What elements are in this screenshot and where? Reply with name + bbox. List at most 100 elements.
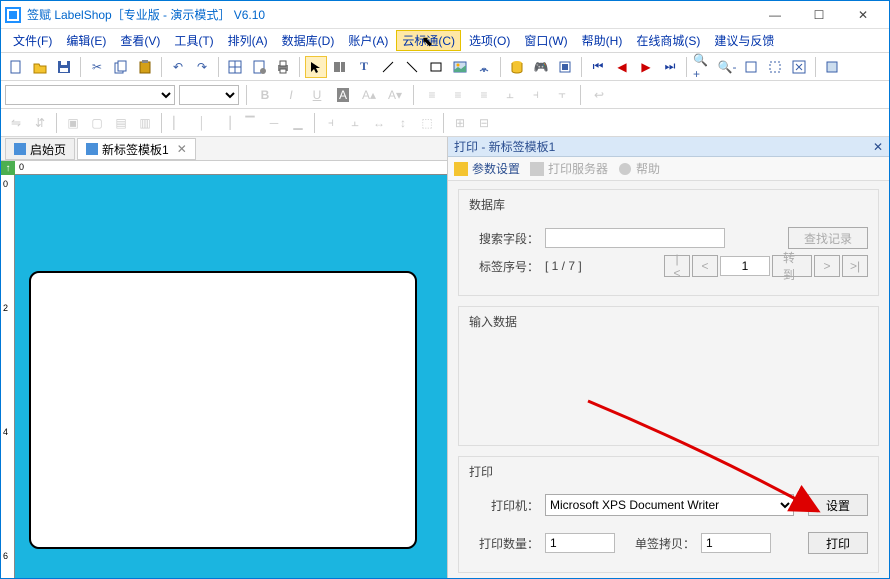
- align-l[interactable]: ▏: [167, 112, 189, 134]
- send-back[interactable]: ▢: [86, 112, 108, 134]
- align-top[interactable]: ⫠: [499, 84, 521, 106]
- tab-help[interactable]: 帮助: [618, 160, 660, 177]
- flip-h[interactable]: ⇋: [5, 112, 27, 134]
- menu-tools[interactable]: 工具(T): [168, 30, 219, 51]
- tab-print-server[interactable]: 打印服务器: [530, 160, 608, 177]
- align-center[interactable]: ≡: [447, 84, 469, 106]
- rfid-tool[interactable]: [473, 56, 495, 78]
- menu-arrange[interactable]: 排列(A): [222, 30, 274, 51]
- text-wrap[interactable]: ↩: [588, 84, 610, 106]
- preview-tool[interactable]: [554, 56, 576, 78]
- prev-record[interactable]: ◀: [611, 56, 633, 78]
- align-middle[interactable]: ⫞: [525, 84, 547, 106]
- zoom-all[interactable]: [788, 56, 810, 78]
- dist-v[interactable]: ⫠: [344, 112, 366, 134]
- italic-button[interactable]: I: [280, 84, 302, 106]
- same-size[interactable]: ⬚: [416, 112, 438, 134]
- open-button[interactable]: [29, 56, 51, 78]
- menu-account[interactable]: 账户(A): [342, 30, 394, 51]
- menu-options[interactable]: 选项(O): [463, 30, 516, 51]
- props-button[interactable]: [821, 56, 843, 78]
- group[interactable]: ⊞: [449, 112, 471, 134]
- bold-button[interactable]: B: [254, 84, 276, 106]
- tab-template[interactable]: 新标签模板1 ✕: [77, 138, 196, 160]
- nav-next-button[interactable]: >: [814, 255, 840, 277]
- save-button[interactable]: [53, 56, 75, 78]
- font-family-combo[interactable]: [5, 85, 175, 105]
- nav-first-button[interactable]: |<: [664, 255, 690, 277]
- menu-database[interactable]: 数据库(D): [276, 30, 341, 51]
- dist-h[interactable]: ⫞: [320, 112, 342, 134]
- nav-prev-button[interactable]: <: [692, 255, 718, 277]
- new-button[interactable]: [5, 56, 27, 78]
- font-grow-button[interactable]: A▴: [358, 84, 380, 106]
- align-b[interactable]: ▁: [287, 112, 309, 134]
- align-left[interactable]: ≡: [421, 84, 443, 106]
- menu-cloud[interactable]: 云标通(C) ⬉: [396, 30, 461, 51]
- copy-input[interactable]: [701, 533, 771, 553]
- menu-edit[interactable]: 编辑(E): [60, 30, 112, 51]
- gamepad-tool[interactable]: 🎮: [530, 56, 552, 78]
- menu-window[interactable]: 窗口(W): [518, 30, 573, 51]
- qty-input[interactable]: [545, 533, 615, 553]
- text-tool[interactable]: T: [353, 56, 375, 78]
- page-setup-button[interactable]: [248, 56, 270, 78]
- grid-button[interactable]: [224, 56, 246, 78]
- line-tool[interactable]: [377, 56, 399, 78]
- align-t[interactable]: ▔: [239, 112, 261, 134]
- underline-button[interactable]: U: [306, 84, 328, 106]
- ruler-origin[interactable]: ↑: [1, 161, 15, 175]
- copy-button[interactable]: [110, 56, 132, 78]
- close-button[interactable]: ✕: [841, 1, 885, 29]
- printer-select[interactable]: Microsoft XPS Document Writer: [545, 494, 794, 516]
- first-record[interactable]: ⏮: [587, 56, 609, 78]
- flip-v[interactable]: ⇵: [29, 112, 51, 134]
- undo-button[interactable]: ↶: [167, 56, 189, 78]
- menu-file[interactable]: 文件(F): [7, 30, 58, 51]
- print-button[interactable]: [272, 56, 294, 78]
- font-color-button[interactable]: A: [332, 84, 354, 106]
- zoom-out[interactable]: 🔍-: [716, 56, 738, 78]
- printer-settings-button[interactable]: 设置: [808, 494, 868, 516]
- align-r[interactable]: ▕: [215, 112, 237, 134]
- label-design-area[interactable]: [29, 271, 417, 549]
- font-shrink-button[interactable]: A▾: [384, 84, 406, 106]
- same-h[interactable]: ↕: [392, 112, 414, 134]
- db-tool[interactable]: [506, 56, 528, 78]
- nav-last-button[interactable]: >|: [842, 255, 868, 277]
- image-tool[interactable]: [449, 56, 471, 78]
- font-size-combo[interactable]: [179, 85, 239, 105]
- tab-close-icon[interactable]: ✕: [177, 142, 187, 156]
- search-button[interactable]: 查找记录: [788, 227, 868, 249]
- align-right[interactable]: ≡: [473, 84, 495, 106]
- nav-goto-button[interactable]: 转到: [772, 255, 812, 277]
- zoom-fit[interactable]: [740, 56, 762, 78]
- align-bottom[interactable]: ⫟: [551, 84, 573, 106]
- maximize-button[interactable]: ☐: [797, 1, 841, 29]
- align-c[interactable]: │: [191, 112, 213, 134]
- tab-start-page[interactable]: 启始页: [5, 138, 75, 160]
- print-action-button[interactable]: 打印: [808, 532, 868, 554]
- cut-button[interactable]: ✂: [86, 56, 108, 78]
- nav-page-input[interactable]: [720, 256, 770, 276]
- panel-close-icon[interactable]: ✕: [873, 140, 883, 154]
- paste-button[interactable]: [134, 56, 156, 78]
- zoom-sel[interactable]: [764, 56, 786, 78]
- align-m[interactable]: ─: [263, 112, 285, 134]
- diag-tool[interactable]: [401, 56, 423, 78]
- minimize-button[interactable]: —: [753, 1, 797, 29]
- search-field-input[interactable]: [545, 228, 725, 248]
- menu-view[interactable]: 查看(V): [114, 30, 166, 51]
- barcode-tool[interactable]: [329, 56, 351, 78]
- ungroup[interactable]: ⊟: [473, 112, 495, 134]
- next-record[interactable]: ▶: [635, 56, 657, 78]
- select-tool[interactable]: [305, 56, 327, 78]
- menu-store[interactable]: 在线商城(S): [630, 30, 706, 51]
- menu-feedback[interactable]: 建议与反馈: [708, 30, 780, 51]
- canvas[interactable]: 0 2 4 6 ↑ 0: [1, 161, 447, 578]
- redo-button[interactable]: ↷: [191, 56, 213, 78]
- last-record[interactable]: ⏭: [659, 56, 681, 78]
- zoom-in[interactable]: 🔍+: [692, 56, 714, 78]
- send-backward[interactable]: ▥: [134, 112, 156, 134]
- menu-help[interactable]: 帮助(H): [576, 30, 629, 51]
